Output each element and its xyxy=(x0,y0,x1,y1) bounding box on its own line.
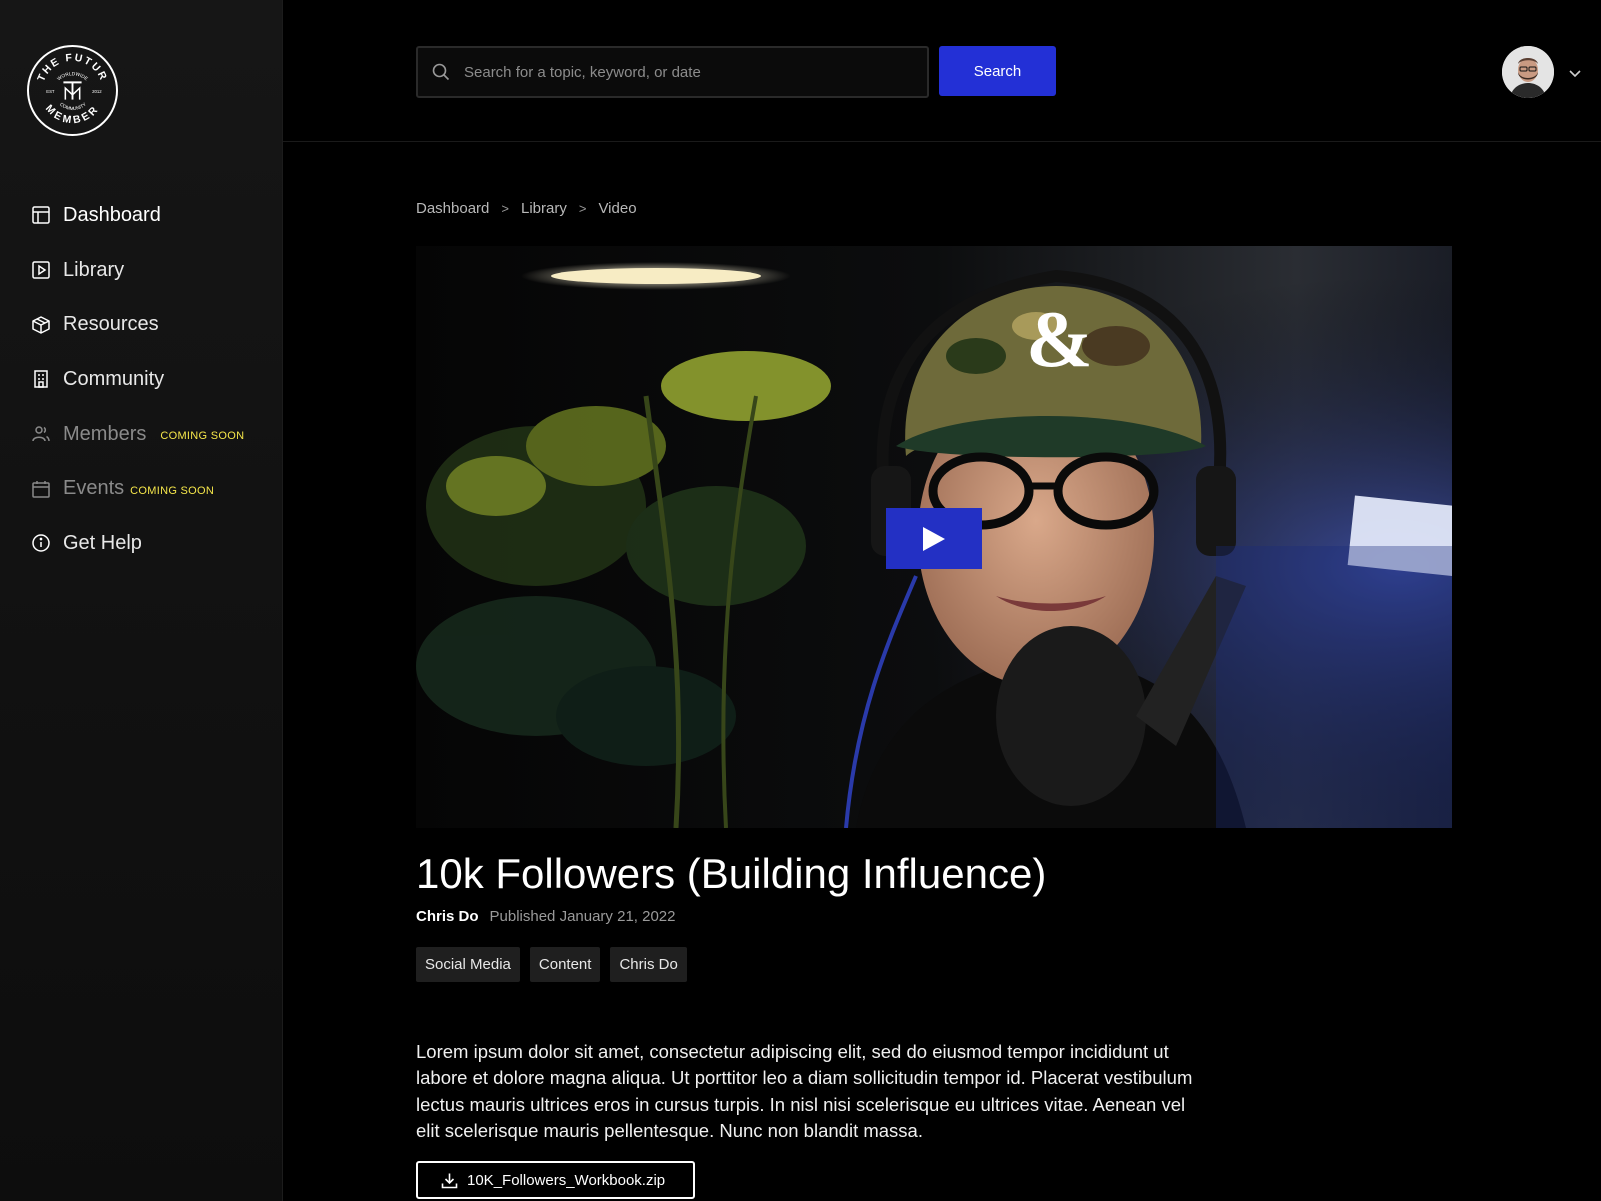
play-icon xyxy=(923,526,945,551)
brand-logo-icon: THE FUTUR MEMBER WORLDWIDE COMMUNITY EST… xyxy=(35,52,110,127)
video-description: Lorem ipsum dolor sit amet, consectetur … xyxy=(416,1040,1193,1142)
breadcrumb-separator: > xyxy=(578,201,587,216)
download-filename: 10K_Followers_Workbook.zip xyxy=(467,1171,666,1189)
sidebar-item-dashboard[interactable]: Dashboard xyxy=(0,188,283,243)
download-icon xyxy=(441,1173,458,1188)
svg-text:&: & xyxy=(1026,296,1093,384)
play-square-icon xyxy=(31,260,51,280)
building-icon xyxy=(31,369,51,389)
sidebar-item-label: Members xyxy=(63,422,147,445)
search-icon xyxy=(432,63,450,81)
video-meta: Chris Do Published January 21, 2022 xyxy=(416,908,676,925)
breadcrumb-library[interactable]: Library xyxy=(521,200,567,217)
download-button[interactable]: 10K_Followers_Workbook.zip xyxy=(416,1161,695,1199)
sidebar-item-members[interactable]: Members COMING SOON xyxy=(0,407,283,462)
calendar-icon xyxy=(31,479,51,499)
video-player[interactable]: & xyxy=(416,246,1452,828)
sidebar-item-library[interactable]: Library xyxy=(0,243,283,298)
search-input[interactable] xyxy=(462,62,902,82)
breadcrumb-separator: > xyxy=(501,201,509,216)
coming-soon-badge: COMING SOON xyxy=(130,484,215,497)
svg-text:MEMBER: MEMBER xyxy=(43,102,102,126)
sidebar-item-label: Resources xyxy=(63,313,159,336)
users-icon xyxy=(31,424,51,444)
sidebar: THE FUTUR MEMBER WORLDWIDE COMMUNITY EST… xyxy=(0,0,283,1201)
svg-text:THE FUTUR: THE FUTUR xyxy=(35,52,110,84)
search-button[interactable]: Search xyxy=(939,46,1056,96)
sidebar-item-community[interactable]: Community xyxy=(0,352,283,407)
sidebar-item-label: Dashboard xyxy=(63,203,161,226)
breadcrumb-video[interactable]: Video xyxy=(598,200,636,217)
sidebar-nav: Dashboard Library Resources Community Me… xyxy=(0,188,283,571)
tag-chip[interactable]: Social Media xyxy=(416,947,520,982)
sidebar-item-label: Community xyxy=(63,367,165,390)
user-avatar-icon xyxy=(1502,46,1554,98)
video-title: 10k Followers (Building Influence) xyxy=(416,850,1047,897)
avatar[interactable] xyxy=(1502,46,1554,98)
chevron-down-icon[interactable] xyxy=(1568,66,1582,80)
dashboard-icon xyxy=(31,205,51,225)
tag-chip[interactable]: Chris Do xyxy=(610,947,687,982)
svg-text:COMMUNITY: COMMUNITY xyxy=(58,101,88,112)
tag-list: Social Media Content Chris Do xyxy=(416,947,697,982)
brand-logo[interactable]: THE FUTUR MEMBER WORLDWIDE COMMUNITY EST… xyxy=(27,45,118,136)
svg-text:WORLDWIDE: WORLDWIDE xyxy=(56,71,89,82)
sidebar-item-label: Library xyxy=(63,258,125,281)
play-button[interactable] xyxy=(886,508,982,569)
box-icon xyxy=(31,315,51,335)
tag-chip[interactable]: Content xyxy=(529,947,601,982)
svg-text:2012: 2012 xyxy=(92,89,102,94)
sidebar-item-label: Events xyxy=(63,477,125,500)
sidebar-item-get-help[interactable]: Get Help xyxy=(0,516,283,571)
top-bar: Search xyxy=(283,0,1601,142)
sidebar-item-events[interactable]: Events COMING SOON xyxy=(0,461,283,516)
breadcrumb-dashboard[interactable]: Dashboard xyxy=(416,200,489,217)
coming-soon-badge: COMING SOON xyxy=(160,430,245,443)
info-icon xyxy=(31,533,51,553)
author-name[interactable]: Chris Do xyxy=(416,908,479,925)
search-field[interactable] xyxy=(416,46,929,98)
svg-text:EST: EST xyxy=(46,89,55,94)
sidebar-item-resources[interactable]: Resources xyxy=(0,297,283,352)
sidebar-item-label: Get Help xyxy=(63,531,142,554)
published-date: Published January 21, 2022 xyxy=(489,908,676,925)
breadcrumb: Dashboard > Library > Video xyxy=(416,200,637,217)
